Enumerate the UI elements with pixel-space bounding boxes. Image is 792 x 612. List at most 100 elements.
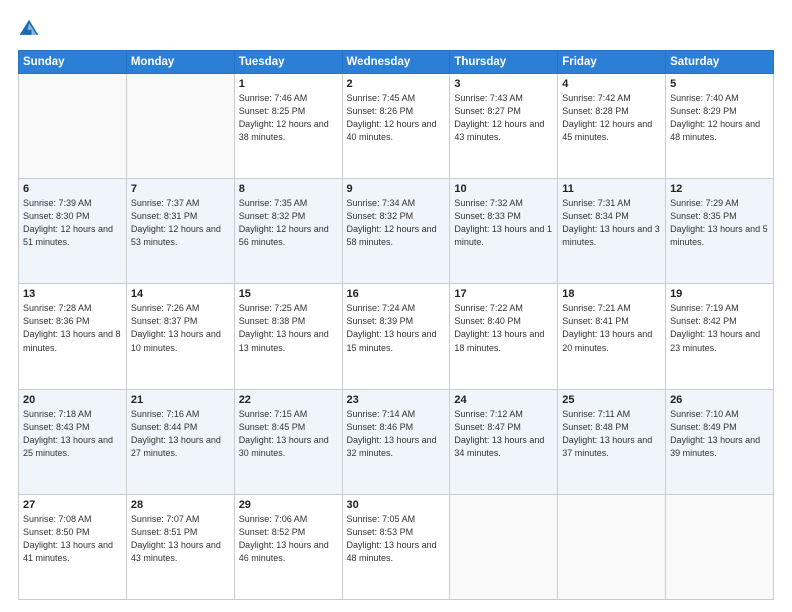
cell-details: Sunrise: 7:26 AMSunset: 8:37 PMDaylight:…: [131, 302, 230, 354]
calendar-cell: 19 Sunrise: 7:19 AMSunset: 8:42 PMDayligh…: [666, 284, 774, 389]
calendar-cell: 4 Sunrise: 7:42 AMSunset: 8:28 PMDaylight…: [558, 74, 666, 179]
calendar-day-header: Thursday: [450, 51, 558, 74]
calendar-cell: 1 Sunrise: 7:46 AMSunset: 8:25 PMDaylight…: [234, 74, 342, 179]
day-number: 8: [239, 183, 338, 195]
calendar-cell: 6 Sunrise: 7:39 AMSunset: 8:30 PMDaylight…: [19, 179, 127, 284]
calendar-cell: 7Sunrise: 7:37 AMSunset: 8:31 PMDaylight…: [126, 179, 234, 284]
calendar-cell: 12 Sunrise: 7:29 AMSunset: 8:35 PMDayligh…: [666, 179, 774, 284]
calendar-cell: 23 Sunrise: 7:14 AMSunset: 8:46 PMDayligh…: [342, 389, 450, 494]
cell-details: Sunrise: 7:34 AMSunset: 8:32 PMDaylight:…: [347, 197, 446, 249]
cell-details: Sunrise: 7:29 AMSunset: 8:35 PMDaylight:…: [670, 197, 769, 249]
cell-details: Sunrise: 7:06 AMSunset: 8:52 PMDaylight:…: [239, 513, 338, 565]
calendar-cell: 3 Sunrise: 7:43 AMSunset: 8:27 PMDaylight…: [450, 74, 558, 179]
day-number: 4: [562, 78, 661, 90]
day-number: 3: [454, 78, 553, 90]
cell-details: Sunrise: 7:15 AMSunset: 8:45 PMDaylight:…: [239, 408, 338, 460]
calendar-cell: [126, 74, 234, 179]
cell-details: Sunrise: 7:43 AMSunset: 8:27 PMDaylight:…: [454, 92, 553, 144]
calendar-cell: 22 Sunrise: 7:15 AMSunset: 8:45 PMDayligh…: [234, 389, 342, 494]
calendar-cell: [450, 494, 558, 599]
calendar-cell: 16 Sunrise: 7:24 AMSunset: 8:39 PMDayligh…: [342, 284, 450, 389]
cell-details: Sunrise: 7:37 AMSunset: 8:31 PMDaylight:…: [131, 197, 230, 249]
day-number: 19: [670, 288, 769, 300]
day-number: 26: [670, 394, 769, 406]
day-number: 2: [347, 78, 446, 90]
calendar-cell: 5 Sunrise: 7:40 AMSunset: 8:29 PMDaylight…: [666, 74, 774, 179]
calendar-day-header: Tuesday: [234, 51, 342, 74]
day-number: 12: [670, 183, 769, 195]
cell-details: Sunrise: 7:28 AMSunset: 8:36 PMDaylight:…: [23, 302, 122, 354]
day-number: 25: [562, 394, 661, 406]
day-number: 23: [347, 394, 446, 406]
calendar-cell: 18 Sunrise: 7:21 AMSunset: 8:41 PMDayligh…: [558, 284, 666, 389]
cell-details: Sunrise: 7:46 AMSunset: 8:25 PMDaylight:…: [239, 92, 338, 144]
calendar-week-row: 20 Sunrise: 7:18 AMSunset: 8:43 PMDayligh…: [19, 389, 774, 494]
calendar-cell: 27Sunrise: 7:08 AMSunset: 8:50 PMDayligh…: [19, 494, 127, 599]
day-number: 14: [131, 288, 230, 300]
cell-details: Sunrise: 7:45 AMSunset: 8:26 PMDaylight:…: [347, 92, 446, 144]
day-number: 20: [23, 394, 122, 406]
calendar-cell: [666, 494, 774, 599]
calendar-cell: 8 Sunrise: 7:35 AMSunset: 8:32 PMDaylight…: [234, 179, 342, 284]
day-number: 18: [562, 288, 661, 300]
cell-details: Sunrise: 7:21 AMSunset: 8:41 PMDaylight:…: [562, 302, 661, 354]
calendar-cell: [19, 74, 127, 179]
calendar-cell: 17 Sunrise: 7:22 AMSunset: 8:40 PMDayligh…: [450, 284, 558, 389]
calendar-cell: 29 Sunrise: 7:06 AMSunset: 8:52 PMDayligh…: [234, 494, 342, 599]
cell-details: Sunrise: 7:16 AMSunset: 8:44 PMDaylight:…: [131, 408, 230, 460]
day-number: 16: [347, 288, 446, 300]
day-number: 5: [670, 78, 769, 90]
day-number: 29: [239, 499, 338, 511]
calendar-day-header: Wednesday: [342, 51, 450, 74]
calendar-cell: 24 Sunrise: 7:12 AMSunset: 8:47 PMDayligh…: [450, 389, 558, 494]
cell-details: Sunrise: 7:10 AMSunset: 8:49 PMDaylight:…: [670, 408, 769, 460]
cell-details: Sunrise: 7:12 AMSunset: 8:47 PMDaylight:…: [454, 408, 553, 460]
calendar-cell: 28 Sunrise: 7:07 AMSunset: 8:51 PMDayligh…: [126, 494, 234, 599]
calendar-day-header: Monday: [126, 51, 234, 74]
calendar-cell: 14 Sunrise: 7:26 AMSunset: 8:37 PMDayligh…: [126, 284, 234, 389]
day-number: 10: [454, 183, 553, 195]
calendar-cell: 25 Sunrise: 7:11 AMSunset: 8:48 PMDayligh…: [558, 389, 666, 494]
cell-details: Sunrise: 7:25 AMSunset: 8:38 PMDaylight:…: [239, 302, 338, 354]
calendar-cell: 2 Sunrise: 7:45 AMSunset: 8:26 PMDaylight…: [342, 74, 450, 179]
calendar-cell: 20 Sunrise: 7:18 AMSunset: 8:43 PMDayligh…: [19, 389, 127, 494]
day-number: 11: [562, 183, 661, 195]
calendar-day-header: Friday: [558, 51, 666, 74]
calendar-cell: 9 Sunrise: 7:34 AMSunset: 8:32 PMDaylight…: [342, 179, 450, 284]
cell-details: Sunrise: 7:31 AMSunset: 8:34 PMDaylight:…: [562, 197, 661, 249]
calendar-week-row: 1 Sunrise: 7:46 AMSunset: 8:25 PMDaylight…: [19, 74, 774, 179]
day-number: 30: [347, 499, 446, 511]
cell-details: Sunrise: 7:32 AMSunset: 8:33 PMDaylight:…: [454, 197, 553, 249]
cell-details: Sunrise: 7:35 AMSunset: 8:32 PMDaylight:…: [239, 197, 338, 249]
day-number: 17: [454, 288, 553, 300]
calendar-cell: 11 Sunrise: 7:31 AMSunset: 8:34 PMDayligh…: [558, 179, 666, 284]
day-number: 13: [23, 288, 122, 300]
day-number: 1: [239, 78, 338, 90]
day-number: 15: [239, 288, 338, 300]
cell-details: Sunrise: 7:42 AMSunset: 8:28 PMDaylight:…: [562, 92, 661, 144]
calendar-table: SundayMondayTuesdayWednesdayThursdayFrid…: [18, 50, 774, 600]
calendar-cell: 15 Sunrise: 7:25 AMSunset: 8:38 PMDayligh…: [234, 284, 342, 389]
header: [18, 18, 774, 40]
calendar-week-row: 6 Sunrise: 7:39 AMSunset: 8:30 PMDaylight…: [19, 179, 774, 284]
calendar-cell: 13 Sunrise: 7:28 AMSunset: 8:36 PMDayligh…: [19, 284, 127, 389]
calendar-week-row: 13 Sunrise: 7:28 AMSunset: 8:36 PMDayligh…: [19, 284, 774, 389]
day-number: 22: [239, 394, 338, 406]
cell-details: Sunrise: 7:39 AMSunset: 8:30 PMDaylight:…: [23, 197, 122, 249]
cell-details: Sunrise: 7:24 AMSunset: 8:39 PMDaylight:…: [347, 302, 446, 354]
calendar-page: SundayMondayTuesdayWednesdayThursdayFrid…: [0, 0, 792, 612]
calendar-cell: 26 Sunrise: 7:10 AMSunset: 8:49 PMDayligh…: [666, 389, 774, 494]
cell-details: Sunrise: 7:40 AMSunset: 8:29 PMDaylight:…: [670, 92, 769, 144]
cell-details: Sunrise: 7:19 AMSunset: 8:42 PMDaylight:…: [670, 302, 769, 354]
day-number: 6: [23, 183, 122, 195]
day-number: 28: [131, 499, 230, 511]
cell-details: Sunrise: 7:11 AMSunset: 8:48 PMDaylight:…: [562, 408, 661, 460]
day-number: 9: [347, 183, 446, 195]
cell-details: Sunrise: 7:07 AMSunset: 8:51 PMDaylight:…: [131, 513, 230, 565]
cell-details: Sunrise: 7:14 AMSunset: 8:46 PMDaylight:…: [347, 408, 446, 460]
logo-icon: [18, 18, 40, 40]
calendar-cell: 21Sunrise: 7:16 AMSunset: 8:44 PMDayligh…: [126, 389, 234, 494]
cell-details: Sunrise: 7:18 AMSunset: 8:43 PMDaylight:…: [23, 408, 122, 460]
day-number: 24: [454, 394, 553, 406]
cell-details: Sunrise: 7:22 AMSunset: 8:40 PMDaylight:…: [454, 302, 553, 354]
